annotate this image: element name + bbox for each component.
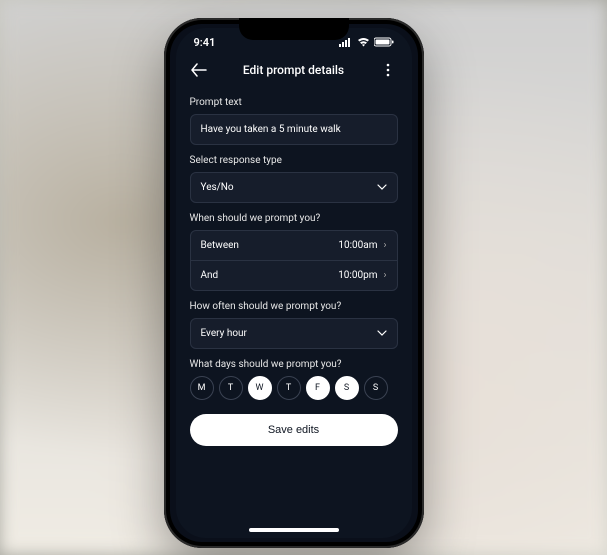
response-type-value: Yes/No — [201, 182, 234, 193]
day-toggle-3[interactable]: T — [277, 376, 301, 400]
back-button[interactable] — [190, 61, 208, 79]
frequency-label: How often should we prompt you? — [190, 301, 398, 312]
schedule-label: When should we prompt you? — [190, 213, 398, 224]
and-time-value: 10:00pm — [338, 270, 377, 281]
and-time-row[interactable]: And 10:00pm › — [191, 260, 397, 290]
between-time-row[interactable]: Between 10:00am › — [191, 231, 397, 260]
and-label: And — [201, 270, 219, 281]
frequency-select[interactable]: Every hour — [190, 318, 398, 349]
chevron-down-icon — [377, 182, 387, 192]
day-toggle-5[interactable]: S — [335, 376, 359, 400]
screen: 9:41 Edit prompt details Prompt text Sel… — [176, 28, 412, 538]
prompt-text-field[interactable] — [190, 114, 398, 145]
header: Edit prompt details — [176, 51, 412, 87]
save-button[interactable]: Save edits — [190, 414, 398, 446]
battery-icon — [374, 37, 394, 47]
between-label: Between — [201, 240, 239, 251]
day-picker: MTWTFSS — [190, 376, 398, 400]
day-toggle-6[interactable]: S — [364, 376, 388, 400]
content: Prompt text Select response type Yes/No … — [176, 87, 412, 524]
phone-frame: 9:41 Edit prompt details Prompt text Sel… — [164, 18, 424, 548]
more-vertical-icon — [386, 63, 390, 77]
wifi-icon — [357, 37, 370, 47]
response-type-select[interactable]: Yes/No — [190, 172, 398, 203]
signal-icon — [339, 37, 353, 47]
frequency-value: Every hour — [201, 328, 247, 339]
status-time: 9:41 — [194, 36, 216, 49]
notch — [239, 18, 349, 40]
arrow-left-icon — [191, 63, 207, 77]
chevron-down-icon — [377, 328, 387, 338]
day-toggle-4[interactable]: F — [306, 376, 330, 400]
home-indicator[interactable] — [249, 528, 339, 532]
day-toggle-0[interactable]: M — [190, 376, 214, 400]
between-time-value: 10:00am — [338, 240, 377, 251]
more-button[interactable] — [379, 61, 397, 79]
prompt-text-input[interactable] — [201, 124, 387, 135]
chevron-right-icon: › — [383, 240, 386, 251]
day-toggle-1[interactable]: T — [219, 376, 243, 400]
time-range-group: Between 10:00am › And 10:00pm › — [190, 230, 398, 291]
days-label: What days should we prompt you? — [190, 359, 398, 370]
prompt-text-label: Prompt text — [190, 97, 398, 108]
status-indicators — [339, 37, 394, 47]
response-type-label: Select response type — [190, 155, 398, 166]
day-toggle-2[interactable]: W — [248, 376, 272, 400]
page-title: Edit prompt details — [243, 63, 344, 77]
chevron-right-icon: › — [383, 270, 386, 281]
